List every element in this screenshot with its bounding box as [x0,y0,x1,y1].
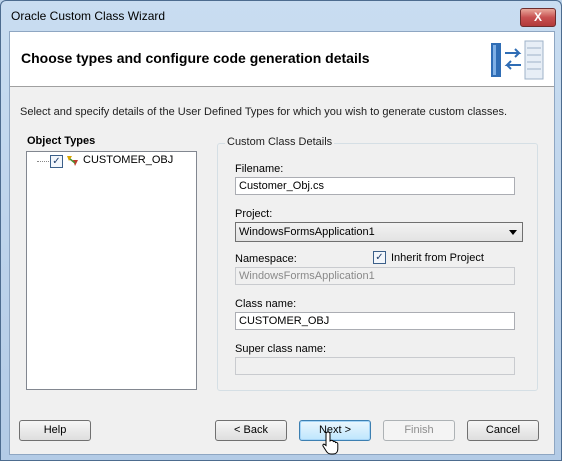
class-name-label: Class name: [235,298,297,310]
page-title: Choose types and configure code generati… [21,50,370,66]
window-title: Oracle Custom Class Wizard [11,9,166,23]
tree-connector [37,161,51,162]
inherit-from-project-checkbox[interactable]: ✓ [373,251,386,264]
class-name-input[interactable]: CUSTOMER_OBJ [235,312,515,330]
back-button[interactable]: < Back [215,420,287,441]
wizard-logo-icon [491,40,544,80]
cancel-button[interactable]: Cancel [467,420,539,441]
project-label: Project: [235,208,273,220]
filename-input[interactable]: Customer_Obj.cs [235,177,515,195]
wizard-client-area: Choose types and configure code generati… [9,31,555,455]
tree-item-label: CUSTOMER_OBJ [83,154,174,166]
tree-item-customer-obj[interactable]: ✓ CUSTOMER_OBJ [27,152,196,168]
filename-label: Filename: [235,163,284,175]
project-select-value: WindowsFormsApplication1 [239,226,375,238]
object-type-icon [67,156,78,166]
super-class-label: Super class name: [235,343,327,355]
chevron-down-icon [509,230,517,235]
object-types-label: Object Types [27,135,96,147]
custom-class-details-label: Custom Class Details [225,136,335,148]
tree-item-checkbox[interactable]: ✓ [50,155,63,168]
super-class-input[interactable] [235,357,515,375]
help-button[interactable]: Help [19,420,91,441]
inherit-from-project-label: Inherit from Project [391,252,484,264]
namespace-label: Namespace: [235,253,297,265]
intro-text: Select and specify details of the User D… [20,106,508,118]
namespace-input[interactable]: WindowsFormsApplication1 [235,267,515,285]
mouse-pointer-icon [322,431,339,455]
project-select[interactable]: WindowsFormsApplication1 [235,222,523,242]
title-bar[interactable]: Oracle Custom Class Wizard X [1,1,561,30]
close-button[interactable]: X [520,8,556,27]
wizard-window: Oracle Custom Class Wizard X Choose type… [0,0,562,461]
object-types-tree[interactable]: ✓ CUSTOMER_OBJ [26,151,197,390]
wizard-header: Choose types and configure code generati… [10,32,554,87]
finish-button[interactable]: Finish [383,420,455,441]
